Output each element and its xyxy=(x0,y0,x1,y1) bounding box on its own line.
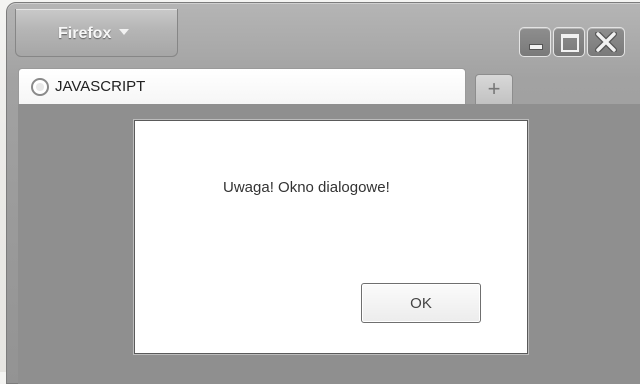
tab-bar: JAVASCRIPT + xyxy=(18,68,513,104)
loading-spinner-icon xyxy=(31,77,49,96)
firefox-menu-label: Firefox xyxy=(58,25,112,42)
dropdown-caret-icon xyxy=(119,29,130,35)
close-icon xyxy=(595,32,617,52)
firefox-menu-button[interactable]: Firefox xyxy=(15,9,178,57)
tab-label: JAVASCRIPT xyxy=(55,78,146,95)
tab-javascript[interactable]: JAVASCRIPT xyxy=(18,68,466,104)
dialog-message: Uwaga! Okno dialogowe! xyxy=(223,179,390,196)
alert-dialog: Uwaga! Okno dialogowe! OK xyxy=(134,120,528,354)
new-tab-button[interactable]: + xyxy=(475,74,513,104)
maximize-button[interactable] xyxy=(553,27,585,57)
close-button[interactable] xyxy=(587,27,625,57)
ok-button[interactable]: OK xyxy=(361,283,481,323)
minimize-button[interactable] xyxy=(519,27,551,57)
